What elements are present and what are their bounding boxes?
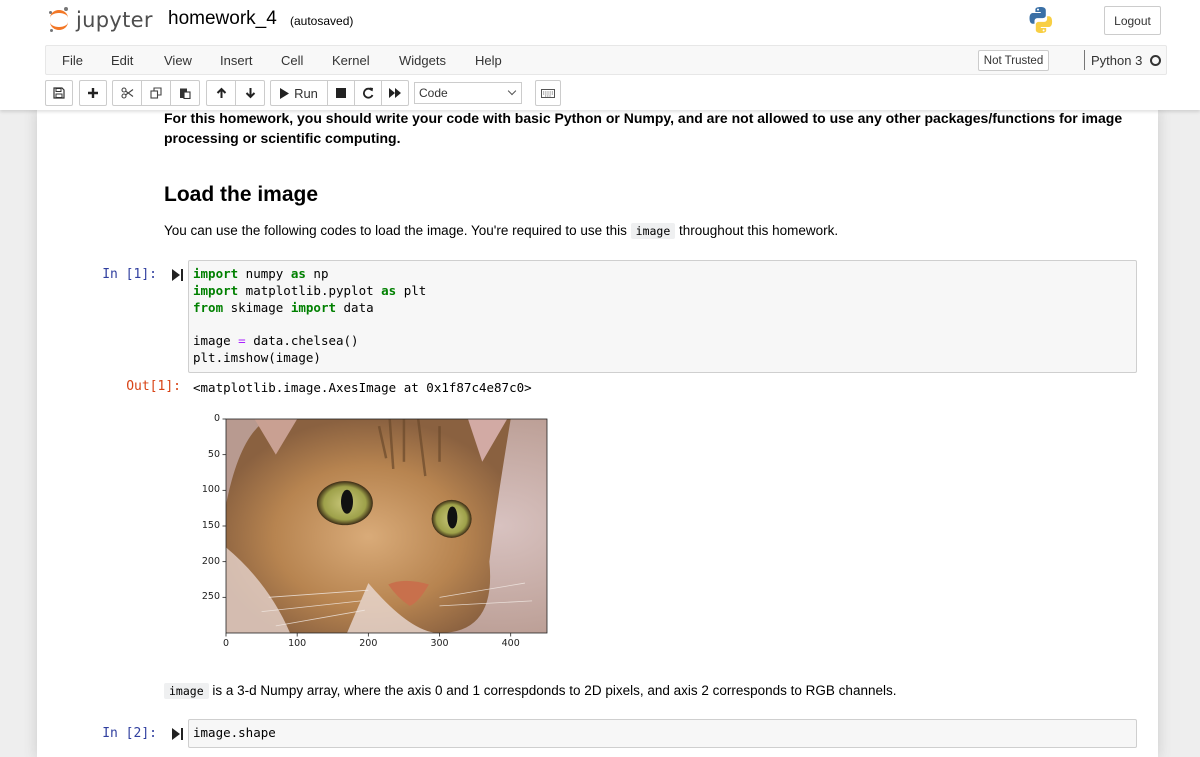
- cell2-code-editor[interactable]: image.shape: [188, 719, 1137, 748]
- code-line: import matplotlib.pyplot as plt: [193, 282, 427, 298]
- x-tick-label: 200: [359, 638, 378, 649]
- move-cell-up-button[interactable]: [206, 80, 236, 106]
- load-text-before: You can use the following codes to load …: [164, 223, 631, 238]
- arrow-down-icon: [245, 88, 255, 99]
- restart-run-all-button[interactable]: [381, 80, 409, 106]
- logout-button[interactable]: Logout: [1104, 6, 1161, 35]
- notebook-container: For this homework, you should write your…: [37, 110, 1158, 757]
- imshow-plot: 0 100 200 300 400 0 50 100 150 200 250: [187, 406, 567, 656]
- play-icon: [280, 87, 290, 99]
- inline-code-image-2: image: [164, 683, 209, 699]
- jupyter-logo-text: jupyter: [76, 8, 153, 32]
- kernel-name[interactable]: Python 3: [1091, 53, 1142, 68]
- move-cell-down-button[interactable]: [235, 80, 265, 106]
- toolbar: Run Code: [45, 80, 745, 106]
- cell2-input-prompt: In [2]:: [102, 726, 157, 741]
- cat-photo: [226, 419, 547, 633]
- code-line: import numpy as np: [193, 266, 329, 281]
- stop-square-icon: [336, 88, 346, 98]
- menu-edit[interactable]: Edit: [111, 53, 133, 68]
- insert-cell-below-button[interactable]: [79, 80, 107, 106]
- x-tick-label: 0: [222, 638, 230, 649]
- run-cell-icon[interactable]: [172, 728, 184, 740]
- intro-paragraph-line1: For this homework, you should write your…: [164, 110, 1123, 126]
- not-trusted-button[interactable]: Not Trusted: [978, 50, 1049, 71]
- cell2-code: image.shape: [193, 725, 276, 740]
- paste-button[interactable]: [170, 80, 200, 106]
- menu-view[interactable]: View: [164, 53, 192, 68]
- cell1-code-editor[interactable]: import numpy as np import matplotlib.pypl…: [188, 260, 1137, 373]
- y-tick-label: 250: [201, 591, 220, 603]
- interrupt-kernel-button[interactable]: [327, 80, 355, 106]
- header-top-bar: jupyter homework_4 (autosaved) Logout: [0, 0, 1200, 42]
- imshow-axes: [222, 418, 548, 637]
- menubar: File Edit View Insert Cell Kernel Widget…: [45, 45, 1167, 75]
- notebook-header: jupyter homework_4 (autosaved) Logout Fi…: [0, 0, 1200, 110]
- code-line: from skimage import data: [193, 299, 374, 315]
- inline-code-image: image: [630, 223, 676, 239]
- cut-button[interactable]: [112, 80, 142, 106]
- python-logo-icon: [1029, 7, 1053, 33]
- autosave-status: (autosaved): [290, 14, 354, 28]
- cell-type-value: Code: [419, 86, 448, 100]
- jupyter-logo-icon: [48, 7, 70, 33]
- cat-pupil-right: [447, 506, 458, 529]
- y-tick-label: 0: [213, 413, 220, 424]
- chevron-down-icon: [507, 86, 517, 96]
- arrow-up-icon: [216, 87, 226, 98]
- shape-text-after: is a 3-d Numpy array, where the axis 0 a…: [208, 683, 897, 698]
- kernel-idle-circle-icon: [1150, 55, 1161, 66]
- load-instructions: You can use the following codes to load …: [164, 221, 838, 241]
- cell1-code: import numpy as np import matplotlib.pypl…: [193, 266, 426, 367]
- x-tick-label: 300: [430, 638, 449, 649]
- y-tick-label: 50: [207, 448, 220, 460]
- y-tick-label: 100: [201, 484, 220, 496]
- keyboard-icon: [541, 88, 555, 98]
- y-tick-label: 200: [201, 555, 220, 567]
- save-button[interactable]: [45, 80, 73, 106]
- shape-description: image is a 3-d Numpy array, where the ax…: [164, 681, 896, 701]
- copy-icon: [150, 87, 162, 99]
- command-palette-button[interactable]: [535, 80, 561, 106]
- menu-insert[interactable]: Insert: [220, 53, 253, 68]
- scissors-icon: [120, 87, 133, 99]
- y-tick-label: 150: [201, 520, 220, 531]
- restart-kernel-button[interactable]: [354, 80, 382, 106]
- menu-help[interactable]: Help: [475, 53, 502, 68]
- plus-icon: [88, 88, 98, 98]
- cell1-output-prompt: Out[1]:: [126, 379, 181, 394]
- x-tick-label: 400: [501, 638, 520, 649]
- floppy-disk-icon: [53, 87, 65, 99]
- section-heading: Load the image: [164, 183, 319, 206]
- x-tick-label: 100: [288, 638, 307, 649]
- code-line: image = data.chelsea(): [193, 333, 359, 349]
- run-cell-icon[interactable]: [172, 269, 184, 281]
- kernel-separator: [1084, 50, 1085, 70]
- restart-icon: [363, 87, 374, 99]
- cell1-input-prompt: In [1]:: [102, 267, 157, 282]
- copy-button[interactable]: [141, 80, 171, 106]
- run-button[interactable]: Run: [270, 80, 328, 106]
- cat-pupil-left: [340, 489, 353, 514]
- code-line: plt.imshow(image): [193, 349, 321, 365]
- paste-icon: [180, 88, 191, 99]
- cell-type-select[interactable]: Code: [414, 82, 522, 104]
- menu-kernel[interactable]: Kernel: [332, 53, 370, 68]
- menu-file[interactable]: File: [62, 53, 83, 68]
- menu-widgets[interactable]: Widgets: [399, 53, 446, 68]
- load-text-after: throughout this homework.: [675, 223, 839, 238]
- intro-paragraph-line2: processing or scientific computing.: [164, 130, 401, 146]
- notebook-name[interactable]: homework_4: [168, 8, 277, 30]
- menu-cell[interactable]: Cell: [281, 53, 303, 68]
- run-button-label: Run: [294, 85, 318, 101]
- cell1-output-text: <matplotlib.image.AxesImage at 0x1f87c4e…: [193, 380, 532, 395]
- jupyter-logo[interactable]: jupyter: [48, 6, 153, 34]
- fast-forward-icon: [389, 88, 401, 98]
